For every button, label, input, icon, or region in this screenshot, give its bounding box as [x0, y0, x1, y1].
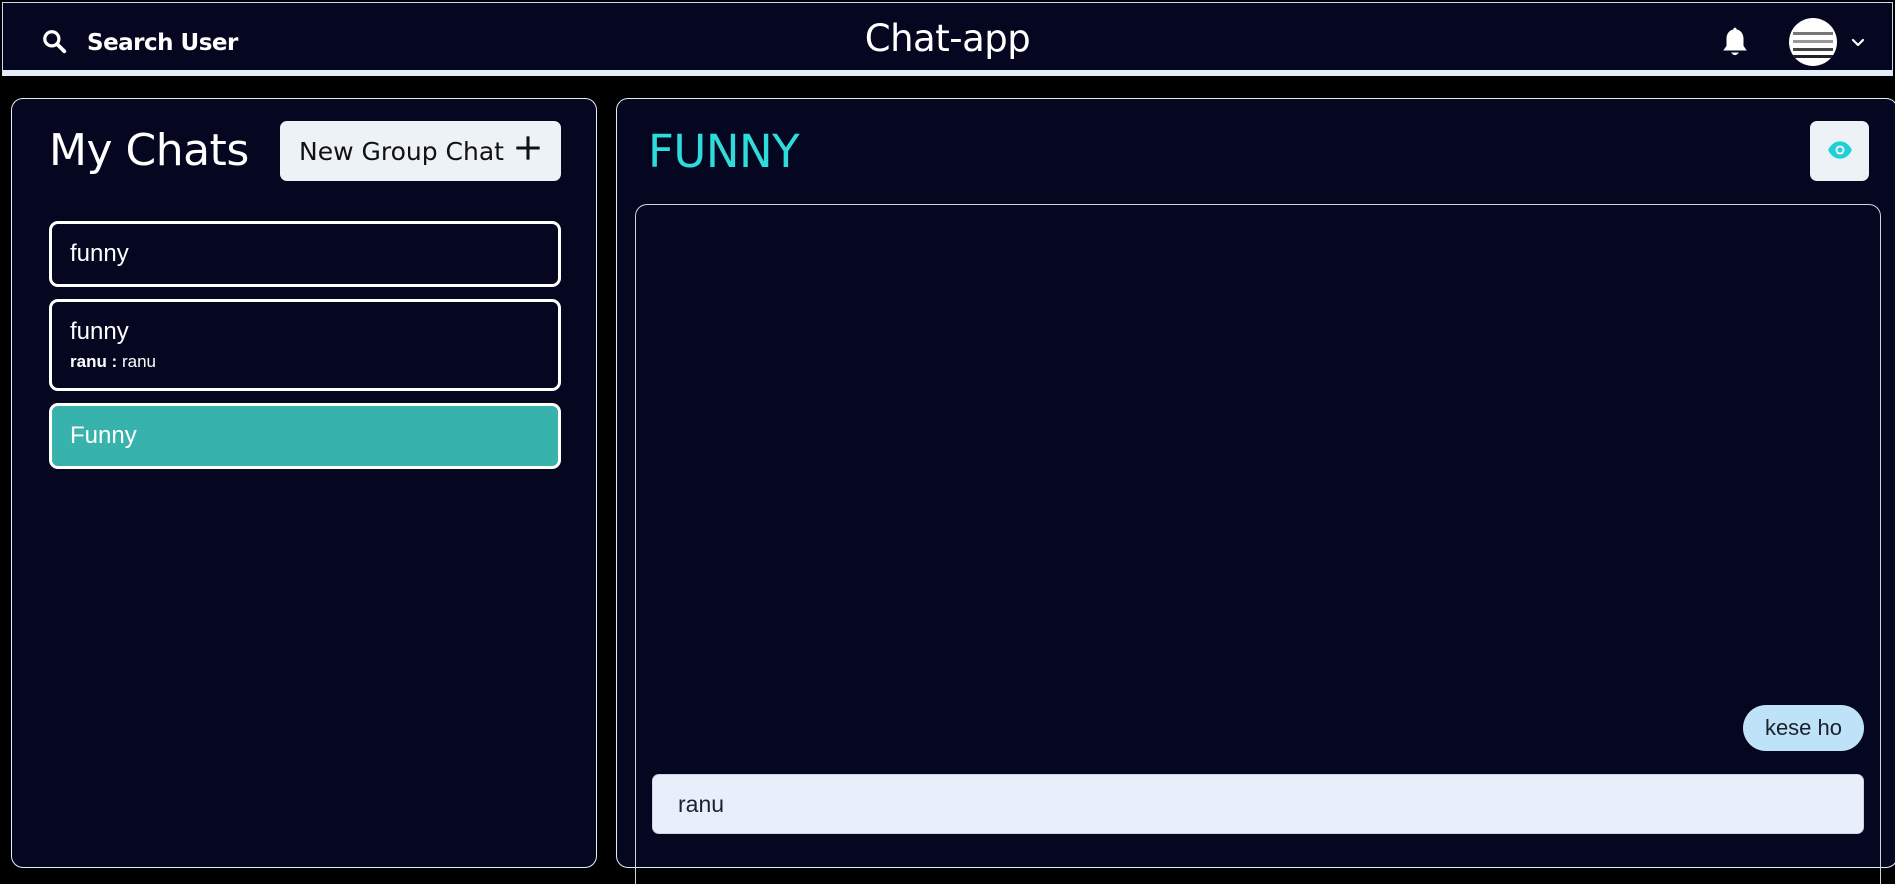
chat-list-item[interactable]: funny: [49, 221, 561, 287]
plus-icon: [514, 134, 542, 168]
profile-menu-button[interactable]: [1789, 18, 1865, 66]
chat-name: funny: [70, 318, 129, 345]
my-chats-panel: My Chats New Group Chat funny funny ranu…: [11, 98, 597, 868]
avatar: [1789, 18, 1837, 66]
chat-list-item[interactable]: funny ranu : ranu: [49, 299, 561, 391]
chat-panel: FUNNY kese ho: [616, 98, 1895, 884]
new-group-chat-label: New Group Chat: [299, 136, 504, 166]
chat-title: FUNNY: [648, 125, 800, 178]
app-title: Chat-app: [864, 17, 1031, 60]
latest-message-text: ranu: [121, 352, 156, 371]
new-group-chat-button[interactable]: New Group Chat: [280, 121, 561, 181]
top-bar: Search User Chat-app: [2, 2, 1893, 76]
chat-name: Funny: [70, 422, 137, 449]
message-input[interactable]: [652, 774, 1864, 834]
chat-list: funny funny ranu : ranu Funny: [49, 221, 561, 481]
view-group-button[interactable]: [1810, 121, 1869, 181]
eye-icon: [1827, 140, 1853, 163]
chat-name: funny: [70, 240, 129, 267]
bell-icon[interactable]: [1719, 25, 1751, 59]
message-bubble: kese ho: [1742, 705, 1864, 751]
latest-message-sender: ranu :: [70, 352, 118, 371]
latest-message: ranu : ranu: [70, 352, 540, 372]
my-chats-title: My Chats: [49, 125, 249, 176]
chat-list-item-selected[interactable]: Funny: [49, 403, 561, 469]
chevron-down-icon: [1851, 33, 1865, 52]
